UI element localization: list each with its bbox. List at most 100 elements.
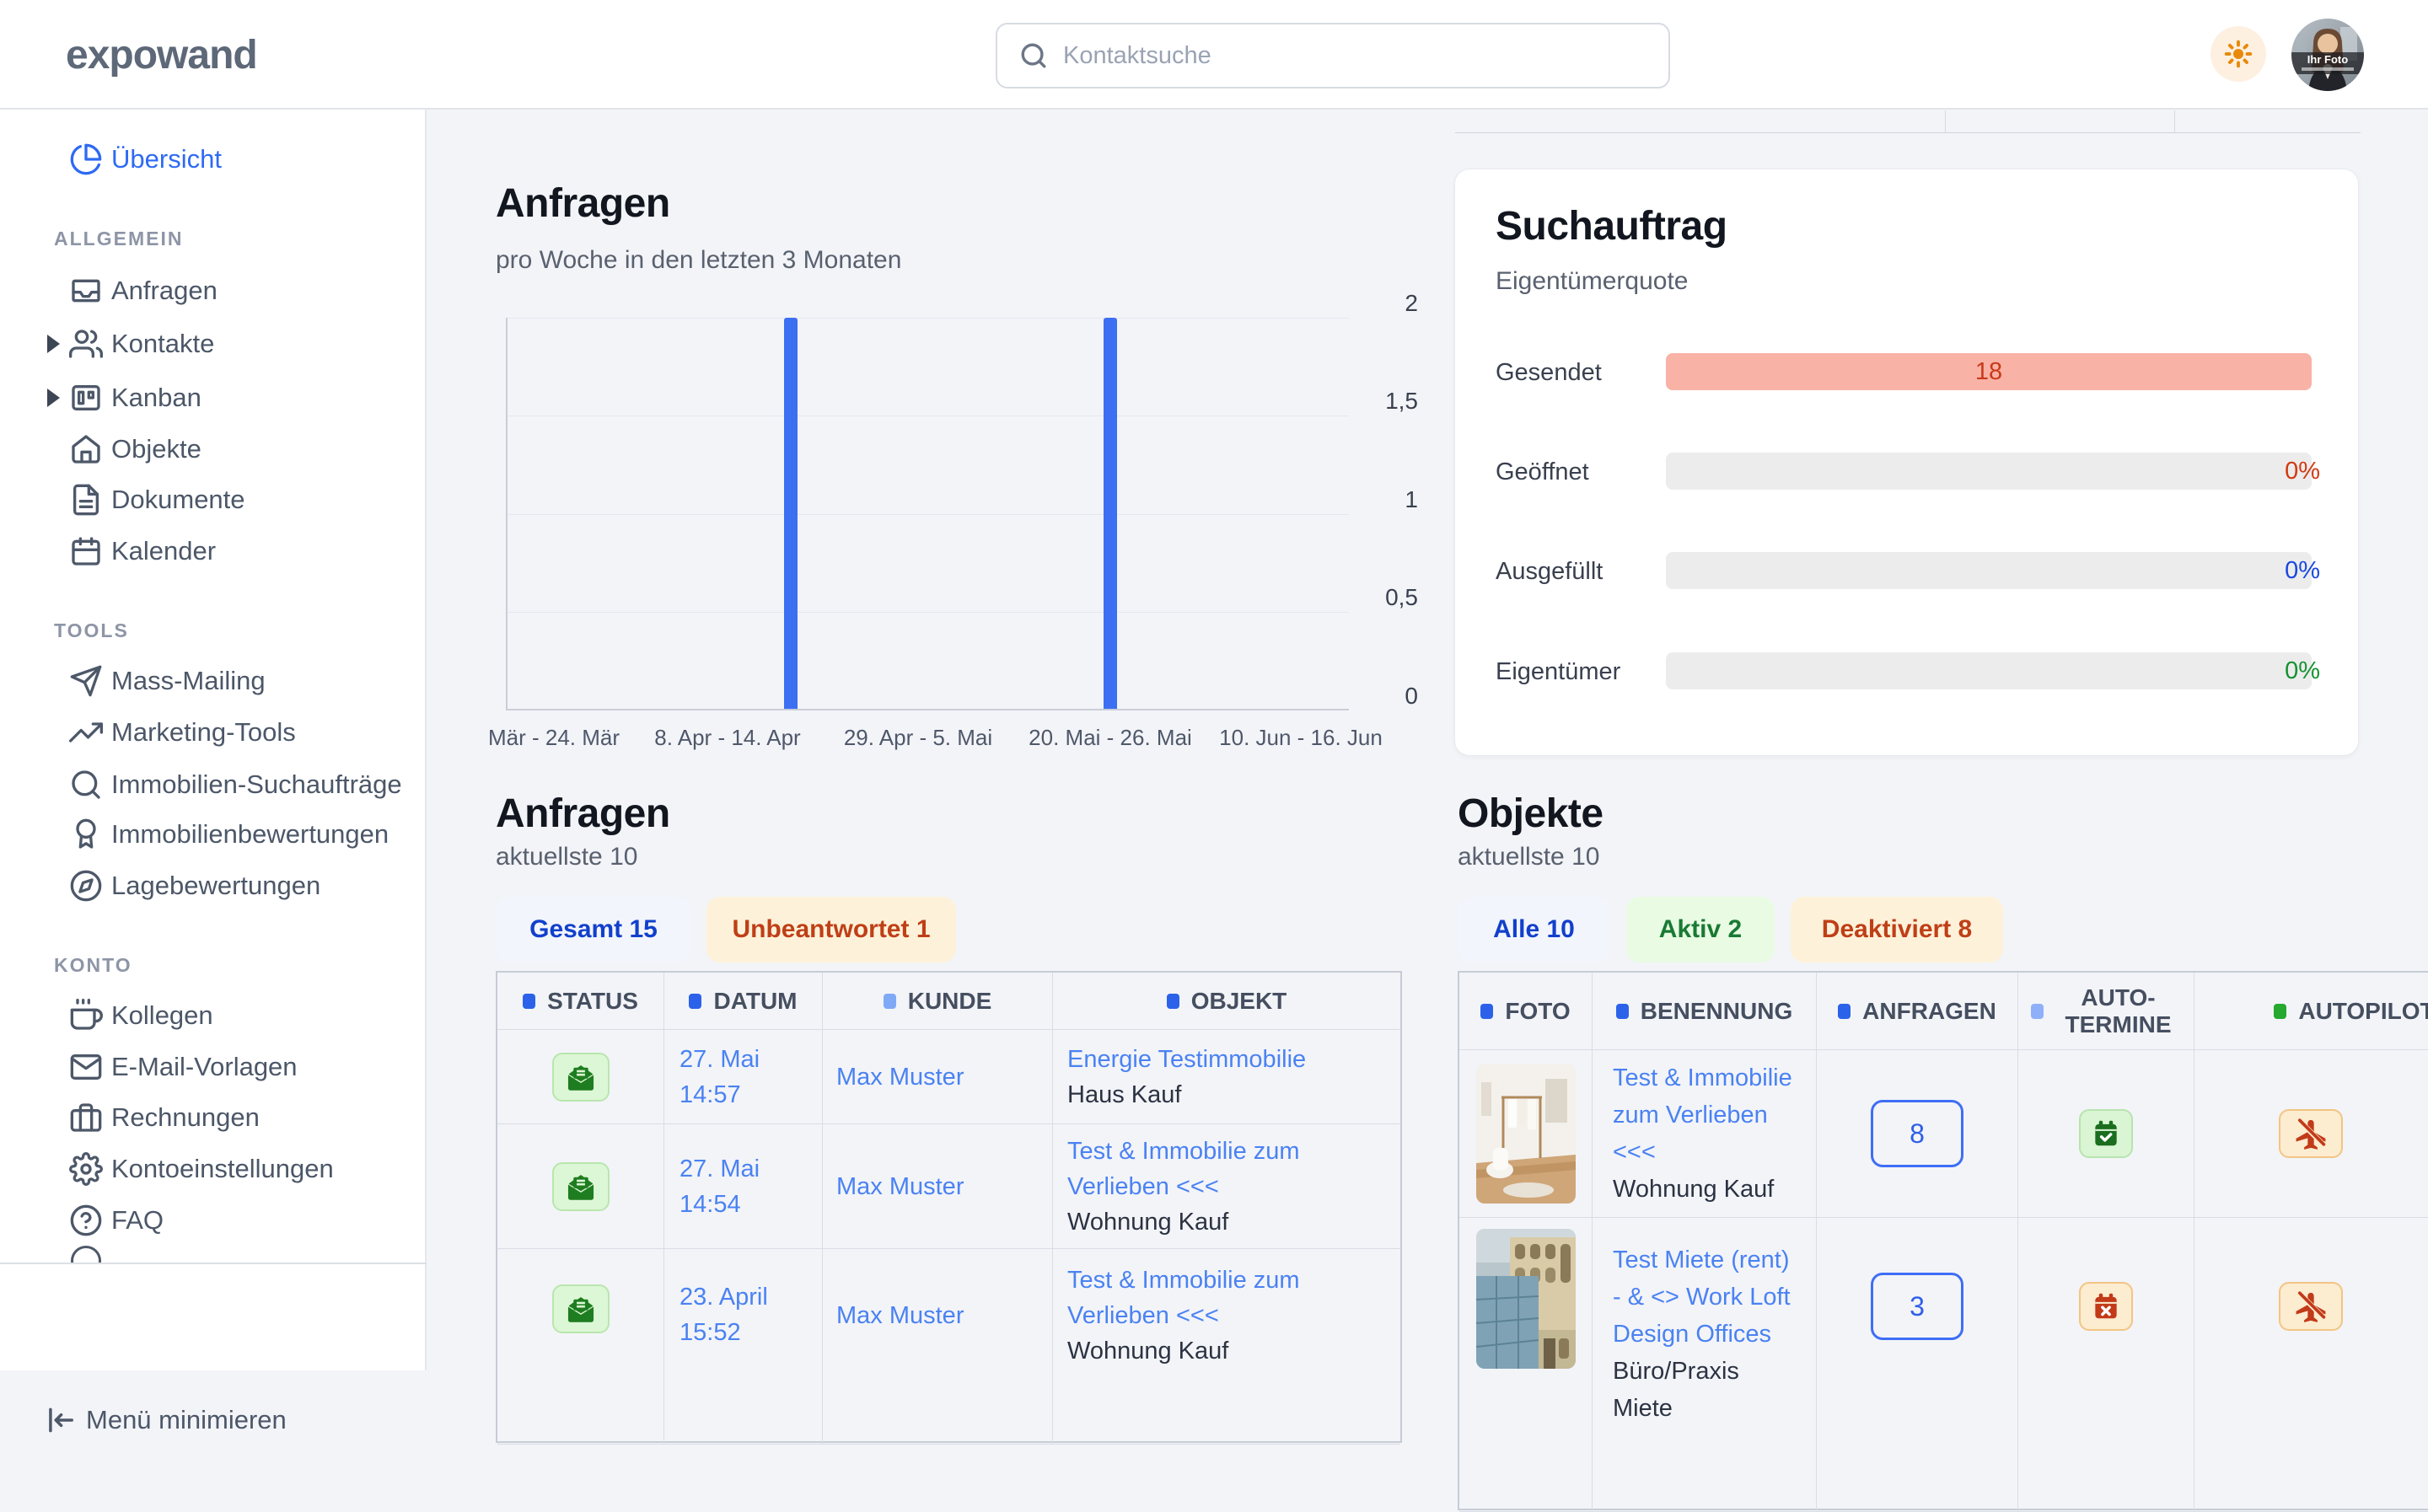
- plane-slash-icon[interactable]: [2279, 1109, 2343, 1158]
- sidebar-item-anfragen[interactable]: Anfragen: [0, 266, 427, 315]
- column-bullet-icon: [2274, 1004, 2286, 1019]
- object-link[interactable]: Test & Immobilie zum Verlieben <<<: [1067, 1263, 1389, 1333]
- calendar-x-icon[interactable]: [2079, 1282, 2133, 1331]
- funnel-bar-eigentuemer: 0%: [1666, 652, 2312, 689]
- calendar-check-icon[interactable]: [2079, 1109, 2133, 1158]
- sidebar-item-immobilienbewertungen[interactable]: Immobilienbewertungen: [0, 810, 427, 859]
- collapse-menu-button[interactable]: Menü minimieren: [0, 1391, 427, 1450]
- object-subtype: Wohnung Kauf: [1067, 1204, 1389, 1240]
- anfragen-count-button[interactable]: 8: [1871, 1100, 1963, 1167]
- objekte-section-title: Objekte: [1458, 791, 1603, 837]
- benennung-cell: Test & Immobilie zum Verlieben <<< Wohnu…: [1593, 1050, 1817, 1218]
- objekte-table: FOTO BENENNUNG ANFRAGEN AUTO-TERMINE AUT…: [1458, 971, 2428, 1510]
- object-photo-building[interactable]: [1476, 1229, 1576, 1369]
- sidebar-item-kontoeinstellungen[interactable]: Kontoeinstellungen: [0, 1145, 427, 1193]
- column-header-datum[interactable]: DATUM: [664, 973, 823, 1030]
- time-link[interactable]: 14:54: [680, 1187, 822, 1222]
- sidebar-item-marketing-tools[interactable]: Marketing-Tools: [0, 708, 427, 757]
- date-link[interactable]: 27. Mai: [680, 1042, 822, 1077]
- y-axis-tick: 1: [1342, 486, 1418, 513]
- sun-icon: [2223, 39, 2253, 69]
- cutoff-table-divider: [2174, 110, 2175, 132]
- object-link[interactable]: Energie Testimmobilie: [1067, 1042, 1389, 1077]
- sidebar-item-kollegen[interactable]: Kollegen: [0, 991, 427, 1040]
- tab-deaktiviert[interactable]: Deaktiviert 8: [1791, 897, 2003, 962]
- column-header-status[interactable]: STATUS: [497, 973, 664, 1030]
- funnel-bar-value: 0%: [2285, 652, 2320, 689]
- time-link[interactable]: 15:52: [680, 1315, 822, 1350]
- search-icon: [69, 768, 103, 802]
- customer-link[interactable]: Max Muster: [836, 1298, 1052, 1333]
- object-subtype: Haus Kauf: [1067, 1077, 1389, 1113]
- sidebar-item-dokumente[interactable]: Dokumente: [0, 475, 427, 524]
- funnel-bar-value: 0%: [2285, 552, 2320, 589]
- sidebar-item-kontakte[interactable]: Kontakte: [0, 319, 427, 368]
- column-bullet-icon: [1167, 994, 1179, 1009]
- customer-link[interactable]: Max Muster: [836, 1169, 1052, 1204]
- cutoff-table-divider: [1945, 110, 1946, 132]
- datum-cell: 23. April 15:52: [664, 1249, 823, 1445]
- coffee-icon: [69, 999, 103, 1032]
- tab-gesamt[interactable]: Gesamt 15: [496, 897, 691, 962]
- anfragen-section-title: Anfragen: [496, 791, 670, 837]
- search-input[interactable]: [1063, 42, 1646, 70]
- suchauftrag-subtitle: Eigentümerquote: [1496, 267, 1689, 296]
- column-header-autopilot[interactable]: AUTOPILOT: [2194, 973, 2428, 1050]
- date-link[interactable]: 23. April: [680, 1279, 822, 1315]
- funnel-row-label: Geöffnet: [1496, 458, 1589, 486]
- column-header-kunde[interactable]: KUNDE: [823, 973, 1053, 1030]
- date-link[interactable]: 27. Mai: [680, 1151, 822, 1187]
- anfragen-count-button[interactable]: 3: [1871, 1273, 1963, 1340]
- object-link[interactable]: Test & Immobilie zum Verlieben <<<: [1067, 1134, 1389, 1204]
- funnel-row-label: Gesendet: [1496, 359, 1602, 387]
- chevron-right-icon[interactable]: [47, 389, 60, 407]
- datum-cell: 27. Mai 14:57: [664, 1030, 823, 1124]
- section-label-allgemein: ALLGEMEIN: [54, 228, 183, 250]
- sidebar-item-immobilien-suchauftraege[interactable]: Immobilien-Suchaufträge: [0, 760, 427, 809]
- chevron-right-icon[interactable]: [47, 335, 60, 353]
- funnel-bar-gesendet: 18: [1666, 353, 2312, 390]
- x-axis-tick: 10. Jun - 16. Jun: [1174, 725, 1427, 751]
- plane-slash-icon[interactable]: [2279, 1282, 2343, 1331]
- contact-search[interactable]: [996, 23, 1670, 88]
- suchauftrag-title: Suchauftrag: [1496, 203, 1727, 249]
- theme-toggle-button[interactable]: [2210, 26, 2266, 82]
- object-photo-interior[interactable]: [1476, 1064, 1576, 1204]
- foto-cell: [1459, 1218, 1593, 1512]
- column-header-foto[interactable]: FOTO: [1459, 973, 1593, 1050]
- sidebar-item-objekte[interactable]: Objekte: [0, 425, 427, 474]
- status-cell: [497, 1249, 664, 1445]
- sidebar-item-rechnungen[interactable]: Rechnungen: [0, 1093, 427, 1142]
- sidebar-item-kalender[interactable]: Kalender: [0, 527, 427, 576]
- sidebar-item-email-vorlagen[interactable]: E-Mail-Vorlagen: [0, 1043, 427, 1091]
- y-axis-tick: 2: [1342, 290, 1418, 317]
- briefcase-icon: [69, 1101, 103, 1134]
- sidebar-item-kanban[interactable]: Kanban: [0, 373, 427, 422]
- object-name-link[interactable]: Test & Immobilie zum Verlieben <<<: [1613, 1059, 1794, 1171]
- benennung-cell: Test Miete (rent) - & <> Work Loft Desig…: [1593, 1218, 1817, 1512]
- tab-unbeantwortet[interactable]: Unbeantwortet 1: [706, 897, 956, 962]
- objekt-cell: Test & Immobilie zum Verlieben <<< Wohnu…: [1053, 1249, 1400, 1445]
- column-header-objekt[interactable]: OBJEKT: [1053, 973, 1400, 1030]
- chart-plot: [506, 318, 1349, 710]
- time-link[interactable]: 14:57: [680, 1077, 822, 1113]
- sidebar-item-uebersicht[interactable]: Übersicht: [0, 135, 427, 184]
- sidebar-divider: [0, 1263, 427, 1264]
- chart-bar: [1104, 318, 1117, 709]
- customer-link[interactable]: Max Muster: [836, 1059, 1052, 1095]
- sidebar-item-faq[interactable]: FAQ: [0, 1196, 427, 1245]
- column-header-auto-termine[interactable]: AUTO-TERMINE: [2018, 973, 2194, 1050]
- tab-alle[interactable]: Alle 10: [1458, 897, 1610, 962]
- send-icon: [69, 664, 103, 698]
- column-header-benennung[interactable]: BENENNUNG: [1593, 973, 1817, 1050]
- gridline: [508, 514, 1349, 515]
- user-avatar[interactable]: Ihr Foto: [2291, 19, 2364, 91]
- sidebar-item-mass-mailing[interactable]: Mass-Mailing: [0, 657, 427, 705]
- cut-off-item-icon: [71, 1246, 105, 1264]
- column-header-anfragen[interactable]: ANFRAGEN: [1817, 973, 2018, 1050]
- sidebar-item-lagebewertungen[interactable]: Lagebewertungen: [0, 861, 427, 910]
- tab-aktiv[interactable]: Aktiv 2: [1626, 897, 1775, 962]
- funnel-bar-ausgefuellt: 0%: [1666, 552, 2312, 589]
- document-icon: [69, 483, 103, 517]
- object-name-link[interactable]: Test Miete (rent) - & <> Work Loft Desig…: [1613, 1241, 1794, 1353]
